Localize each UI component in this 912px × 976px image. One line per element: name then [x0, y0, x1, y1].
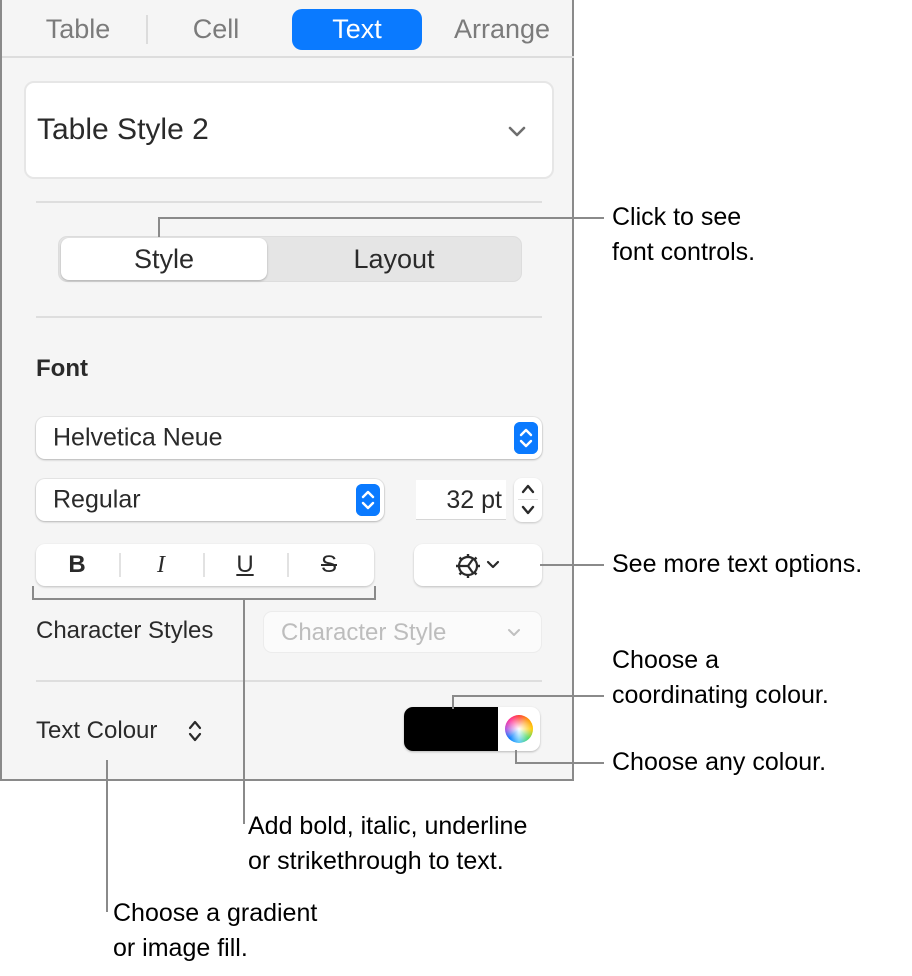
chevron-down-icon — [508, 629, 520, 636]
format-sidebar: Table Cell Text Arrange Table Style 2 St… — [0, 0, 574, 781]
callout-text: Click to see — [612, 203, 742, 231]
chevron-down-icon — [486, 560, 500, 569]
format-tab-bar: Table Cell Text Arrange — [2, 0, 574, 58]
callout-line — [158, 217, 160, 237]
underline-button[interactable]: U — [204, 544, 286, 586]
typeface-value: Regular — [53, 485, 141, 514]
up-down-arrows-icon — [356, 484, 380, 516]
font-size-stepper[interactable] — [514, 478, 542, 522]
character-style-placeholder: Character Style — [281, 619, 447, 646]
character-styles-label: Character Styles — [36, 617, 214, 644]
callout-text: Choose a gradient — [113, 899, 318, 927]
font-family-value: Helvetica Neue — [53, 423, 223, 452]
callout-coordinating-colour: Choose a coordinating colour. — [612, 643, 829, 713]
colour-wheel-icon[interactable] — [505, 715, 533, 743]
callout-format: Add bold, italic, underline or strikethr… — [248, 809, 527, 879]
gear-icon — [456, 554, 480, 578]
style-layout-segmented-control: Style Layout — [58, 236, 522, 282]
callout-line — [452, 695, 604, 697]
typeface-popup[interactable]: Regular — [36, 479, 384, 521]
font-size-field[interactable]: 32 pt — [416, 480, 506, 520]
callout-line — [243, 598, 245, 824]
callout-text: Choose any colour. — [612, 748, 827, 776]
divider — [36, 201, 542, 203]
character-style-popup[interactable]: Character Style — [263, 611, 542, 653]
stepper-down-icon[interactable] — [520, 503, 536, 517]
callout-text: or strikethrough to text. — [248, 847, 504, 875]
strikethrough-button[interactable]: S — [288, 544, 370, 586]
callout-text: Add bold, italic, underline — [248, 812, 528, 840]
bold-button[interactable]: B — [36, 544, 118, 586]
table-style-value: Table Style 2 — [37, 113, 209, 146]
colour-swatch[interactable] — [404, 707, 498, 751]
callout-line — [515, 762, 604, 764]
callout-text: or image fill. — [113, 934, 248, 962]
font-family-popup[interactable]: Helvetica Neue — [36, 417, 542, 459]
callout-line — [374, 586, 376, 600]
segment-layout[interactable]: Layout — [267, 237, 521, 281]
up-down-arrows-icon[interactable] — [187, 718, 203, 744]
stepper-divider — [518, 499, 538, 500]
callout-any-colour: Choose any colour. — [612, 745, 826, 780]
tab-cell[interactable]: Cell — [170, 9, 262, 50]
divider — [36, 680, 542, 682]
callout-line — [540, 564, 604, 566]
callout-text: Choose a — [612, 646, 720, 674]
advanced-options-button[interactable] — [414, 544, 542, 586]
tab-arrange[interactable]: Arrange — [442, 9, 562, 50]
tab-text[interactable]: Text — [292, 9, 422, 50]
table-style-dropdown[interactable]: Table Style 2 — [24, 81, 554, 179]
tab-table[interactable]: Table — [32, 9, 124, 50]
tab-separator — [146, 15, 148, 44]
italic-button[interactable]: I — [120, 544, 202, 586]
callout-line — [32, 598, 376, 600]
callout-line — [158, 217, 604, 219]
text-colour-label[interactable]: Text Colour — [36, 717, 157, 745]
callout-text: coordinating colour. — [612, 681, 829, 709]
callout-fill: Choose a gradient or image fill. — [113, 896, 317, 966]
stepper-up-icon[interactable] — [520, 482, 536, 496]
callout-more-options: See more text options. — [612, 547, 862, 582]
callout-line — [452, 695, 454, 709]
callout-style-tab: Click to see font controls. — [612, 200, 755, 270]
font-section-title: Font — [36, 355, 88, 382]
callout-text: See more text options. — [612, 550, 863, 578]
divider — [36, 316, 542, 318]
segment-style[interactable]: Style — [61, 238, 267, 280]
text-colour-well — [404, 707, 540, 751]
text-format-buttons: B I U S — [36, 544, 374, 586]
up-down-arrows-icon — [514, 422, 538, 454]
chevron-down-icon — [508, 126, 526, 137]
callout-text: font controls. — [612, 238, 756, 266]
callout-line — [106, 760, 108, 912]
